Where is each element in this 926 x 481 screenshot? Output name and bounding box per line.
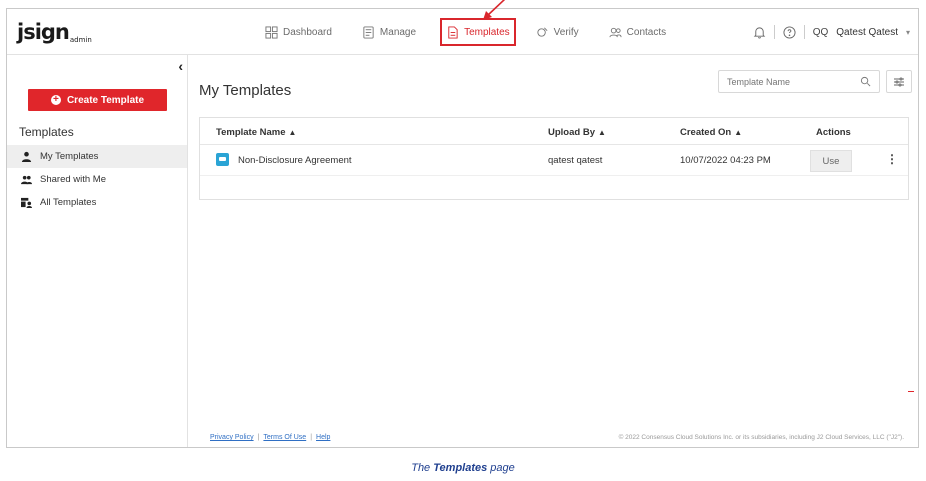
column-actions: Actions (816, 127, 851, 138)
figure-caption: The Templates page (0, 462, 926, 474)
sidebar-item-label: My Templates (40, 151, 99, 162)
edge-marker (908, 391, 914, 392)
top-navbar: jsignadmin Dashboard Manage Templates Ve… (7, 9, 918, 55)
table-row[interactable]: Non-Disclosure Agreement qatest qatest 1… (200, 146, 908, 176)
nav-contacts[interactable]: Contacts (605, 20, 670, 44)
person-icon (21, 151, 32, 162)
user-name[interactable]: Qatest Qatest (836, 27, 898, 38)
divider (773, 25, 775, 39)
sidebar-item-shared-with-me[interactable]: Shared with Me (7, 168, 187, 191)
sidebar-item-label: All Templates (40, 197, 97, 208)
sidebar-item-label: Shared with Me (40, 174, 107, 185)
main-nav: Dashboard Manage Templates Verify Contac… (261, 9, 692, 55)
filter-icon (894, 77, 904, 86)
nav-templates-label: Templates (464, 26, 510, 38)
column-label: Actions (816, 127, 851, 138)
created-on-cell: 10/07/2022 04:23 PM (680, 155, 771, 166)
manage-icon (363, 25, 374, 39)
logo-text: jsign (17, 20, 70, 44)
help-icon[interactable] (783, 25, 796, 39)
caption-bold: Templates (433, 462, 488, 474)
nav-contacts-label: Contacts (626, 26, 667, 38)
sidebar-heading: Templates (19, 125, 74, 139)
group-icon (21, 197, 32, 208)
footer-links: Privacy Policy | Terms Of Use | Help (210, 434, 330, 441)
nav-verify[interactable]: Verify (532, 20, 583, 44)
use-button[interactable]: Use (810, 150, 852, 172)
caption-suffix: page (487, 462, 515, 474)
main-content: My Templates Template Name ▲ Upload By ▲… (188, 55, 918, 447)
search-icon[interactable] (860, 76, 871, 87)
people-icon (21, 175, 32, 185)
divider (803, 25, 805, 39)
nav-verify-label: Verify (553, 26, 579, 38)
logo-subtext: admin (69, 36, 92, 44)
sidebar-list: My Templates Shared with Me All Template… (7, 145, 187, 214)
sort-up-icon: ▲ (734, 128, 743, 137)
document-icon (216, 153, 229, 166)
column-created-on[interactable]: Created On ▲ (680, 127, 742, 138)
copyright-text: © 2022 Consensus Cloud Solutions Inc. or… (618, 434, 904, 441)
contacts-icon (609, 27, 622, 37)
table-header: Template Name ▲ Upload By ▲ Created On ▲… (200, 118, 908, 145)
sidebar-item-my-templates[interactable]: My Templates (7, 145, 187, 168)
dashboard-icon (265, 25, 278, 39)
nav-templates[interactable]: Templates (440, 18, 516, 46)
column-template-name[interactable]: Template Name ▲ (216, 127, 296, 138)
column-label: Upload By (548, 127, 595, 138)
template-name-cell[interactable]: Non-Disclosure Agreement (238, 155, 352, 166)
page-title: My Templates (199, 82, 292, 99)
header-tools: QQ Qatest Qatest ▾ (753, 9, 910, 55)
jsign-logo[interactable]: jsignadmin (17, 20, 92, 44)
divider: | (257, 434, 260, 441)
divider: | (310, 434, 313, 441)
filter-button[interactable] (886, 70, 912, 93)
caption-prefix: The (411, 462, 434, 474)
sidebar: ‹ + Create Template Templates My Templat… (7, 55, 188, 447)
privacy-policy-link[interactable]: Privacy Policy (210, 434, 254, 441)
templates-icon (448, 25, 458, 39)
nav-manage[interactable]: Manage (358, 20, 420, 44)
avatar[interactable]: QQ (813, 27, 829, 38)
upload-by-cell: qatest qatest (548, 155, 603, 166)
chevron-down-icon[interactable]: ▾ (906, 28, 910, 37)
nav-dashboard[interactable]: Dashboard (261, 20, 336, 44)
create-template-button[interactable]: + Create Template (28, 89, 167, 111)
plus-icon: + (50, 95, 61, 105)
more-options-icon[interactable]: ⋮ (886, 152, 898, 166)
sort-up-icon: ▲ (597, 128, 606, 137)
terms-of-use-link[interactable]: Terms Of Use (263, 434, 306, 441)
nav-dashboard-label: Dashboard (283, 26, 332, 38)
column-label: Template Name (216, 127, 286, 138)
templates-table: Template Name ▲ Upload By ▲ Created On ▲… (199, 117, 909, 200)
app-window: jsignadmin Dashboard Manage Templates Ve… (6, 8, 919, 448)
search-input[interactable] (727, 76, 847, 87)
sidebar-item-all-templates[interactable]: All Templates (7, 191, 187, 214)
verify-icon (537, 27, 548, 37)
column-upload-by[interactable]: Upload By ▲ (548, 127, 606, 138)
collapse-sidebar-icon[interactable]: ‹ (178, 58, 183, 74)
sort-up-icon: ▲ (288, 128, 297, 137)
create-template-label: Create Template (66, 94, 145, 106)
bell-icon[interactable] (753, 26, 766, 39)
search-box[interactable] (718, 70, 880, 93)
column-label: Created On (680, 127, 732, 138)
nav-manage-label: Manage (379, 26, 417, 38)
help-link[interactable]: Help (316, 434, 330, 441)
callout-arrow-icon (483, 0, 506, 20)
